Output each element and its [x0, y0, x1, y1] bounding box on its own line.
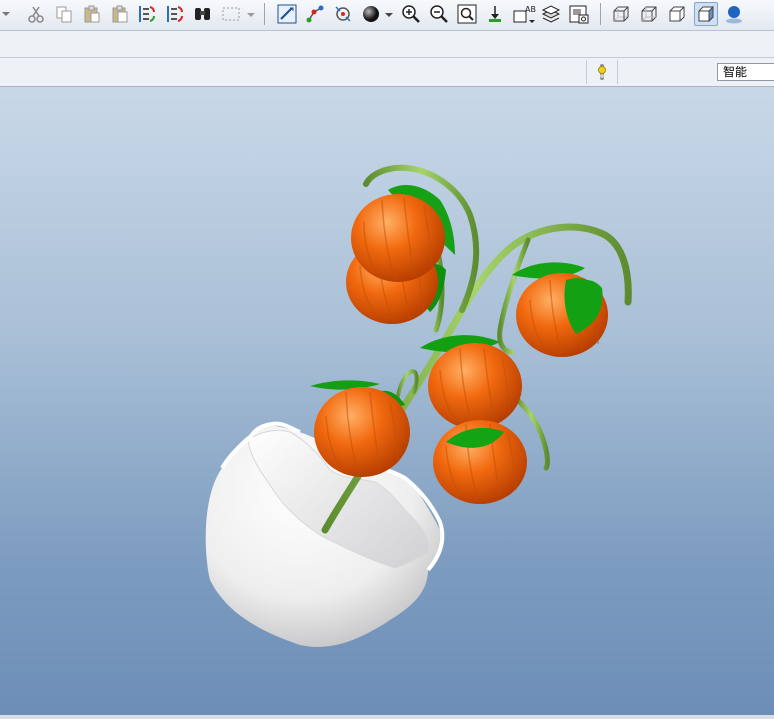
status-light-icon[interactable] — [594, 63, 610, 81]
model-tree-icon[interactable] — [724, 4, 744, 24]
select-box-icon[interactable] — [221, 4, 241, 24]
secondary-toolbar — [0, 31, 774, 58]
datum-display-icon[interactable] — [305, 4, 325, 24]
zoom-out-icon[interactable] — [429, 4, 449, 24]
status-bar — [0, 715, 774, 719]
selection-filter-dropdown[interactable]: 智能 — [717, 63, 774, 81]
svg-text:AB: AB — [525, 5, 536, 14]
fruit — [428, 343, 522, 429]
filter-toolbar — [0, 58, 774, 87]
toolbar-separator — [264, 3, 265, 25]
zoom-in-icon[interactable] — [401, 4, 421, 24]
select-dropdown-icon[interactable] — [245, 4, 257, 24]
spin-center-icon[interactable] — [333, 4, 353, 24]
main-toolbar: AB — [0, 0, 774, 31]
fruit — [351, 194, 445, 282]
regenerate-manager-icon[interactable] — [165, 4, 185, 24]
copy-icon[interactable] — [54, 4, 74, 24]
orient-icon[interactable] — [485, 4, 505, 24]
paste-icon[interactable] — [82, 4, 102, 24]
view-manager-icon[interactable] — [569, 4, 589, 24]
appearance-dropdown-icon[interactable] — [383, 4, 395, 24]
shading-icon[interactable] — [694, 2, 718, 26]
refit-icon[interactable] — [457, 4, 477, 24]
cut-icon[interactable] — [26, 4, 46, 24]
repaint-icon[interactable] — [277, 4, 297, 24]
graphics-viewport[interactable] — [0, 87, 774, 719]
fruit — [314, 387, 410, 477]
layers-icon[interactable] — [541, 4, 561, 24]
find-icon[interactable] — [193, 4, 213, 24]
no-hidden-icon[interactable] — [667, 4, 687, 24]
dropdown-arrow-icon[interactable] — [0, 4, 16, 24]
annotation-display-icon[interactable]: AB — [513, 4, 537, 24]
toolbar-separator — [600, 3, 601, 25]
paste-special-icon[interactable] — [110, 4, 130, 24]
regenerate-icon[interactable] — [137, 4, 157, 24]
toolbar-separator — [617, 60, 618, 84]
toolbar-separator — [586, 60, 587, 84]
model-render — [205, 164, 632, 648]
wireframe-icon[interactable] — [611, 4, 631, 24]
fruit-cluster — [314, 194, 608, 504]
hidden-line-icon[interactable] — [639, 4, 659, 24]
appearance-icon[interactable] — [361, 4, 381, 24]
